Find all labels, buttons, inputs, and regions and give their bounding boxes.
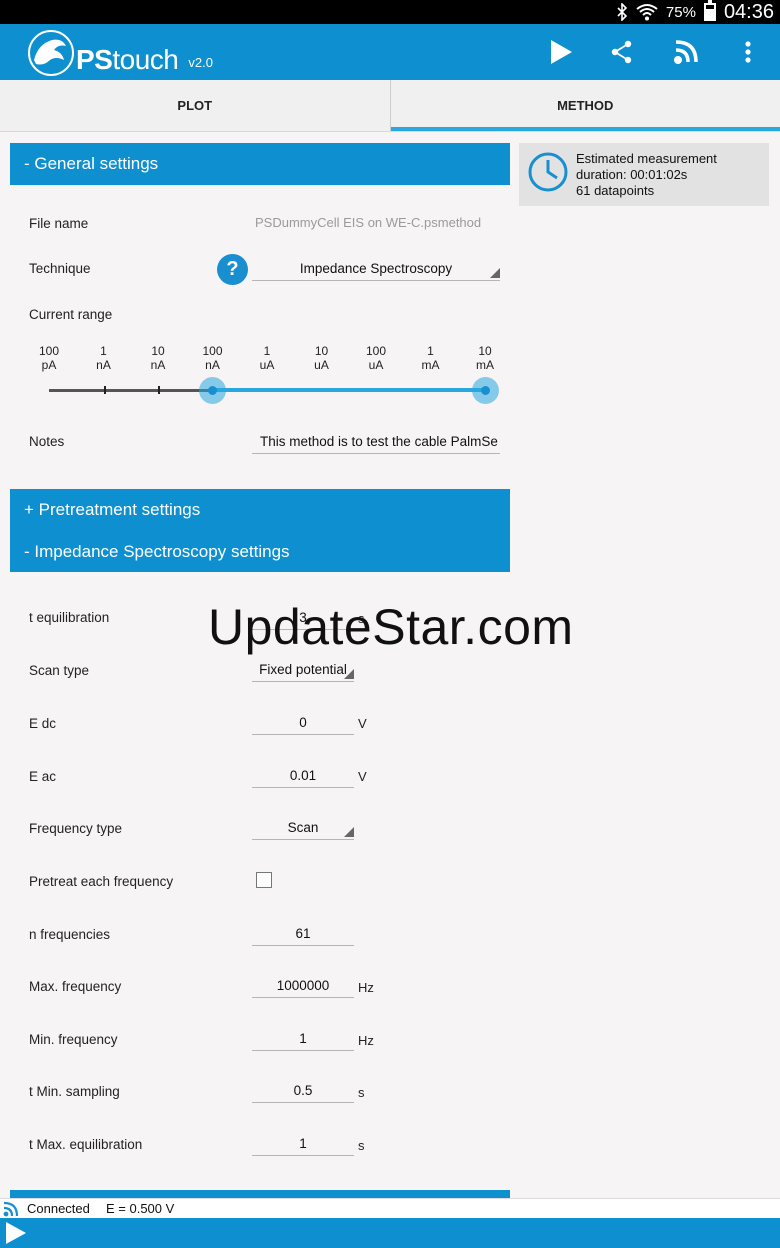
file-name-value[interactable]: PSDummyCell EIS on WE-C.psmethod xyxy=(255,213,495,235)
e-ac-label: E ac xyxy=(29,769,57,784)
min-frequency-label: Min. frequency xyxy=(29,1032,118,1047)
battery-percent: 75% xyxy=(665,3,696,21)
bluetooth-icon xyxy=(617,3,628,21)
t-min-sampling-input[interactable]: 0.5 xyxy=(252,1081,354,1103)
watermark: UpdateStar.com xyxy=(208,599,574,655)
bottom-action-bar xyxy=(0,1218,780,1248)
start-measurement-button[interactable] xyxy=(4,1221,28,1248)
notes-input[interactable]: This method is to test the cable PalmSe xyxy=(252,432,500,454)
frequency-type-select[interactable]: Scan xyxy=(252,818,354,840)
general-settings-title: - General settings xyxy=(24,154,159,173)
dropdown-arrow-icon xyxy=(344,669,354,679)
e-ac-input[interactable]: 0.01 xyxy=(252,766,354,788)
current-range-tick-label: 1 nA xyxy=(96,344,111,372)
current-range-tick-label: 100 uA xyxy=(365,344,387,372)
share-icon xyxy=(611,40,632,64)
play-icon xyxy=(6,1222,26,1244)
potential-readout: E = 0.500 V xyxy=(106,1201,175,1216)
notes-label: Notes xyxy=(29,434,65,449)
tab-method[interactable]: METHOD xyxy=(390,80,780,131)
status-bar: 75% 04:36 xyxy=(0,0,780,24)
estimate-datapoints: 61 datapoints xyxy=(576,183,655,198)
current-range-track-active xyxy=(212,388,485,392)
pretreat-each-frequency-checkbox[interactable] xyxy=(256,872,272,888)
eis-settings-header[interactable]: - Impedance Spectroscopy settings xyxy=(10,531,510,573)
current-range-tick-label: 10 mA xyxy=(476,344,494,372)
app-logo: PStouch v2.0 xyxy=(28,30,213,76)
current-range-tick-label: 10 uA xyxy=(314,344,329,372)
t-min-sampling-label: t Min. sampling xyxy=(29,1084,120,1099)
pretreatment-settings-header[interactable]: + Pretreatment settings xyxy=(10,489,510,531)
range-tick-mark xyxy=(158,386,160,394)
current-range-tick-label: 100 pA xyxy=(38,344,60,372)
app-version: v2.0 xyxy=(188,55,213,70)
technique-select[interactable]: Impedance Spectroscopy xyxy=(252,259,500,281)
estimate-duration: duration: 00:01:02s xyxy=(576,167,688,182)
current-range-tick-label: 10 nA xyxy=(150,344,166,372)
app-bar: PStouch v2.0 xyxy=(0,24,780,80)
current-range-tick-label: 100 nA xyxy=(202,344,223,372)
clock: 04:36 xyxy=(723,0,774,23)
dropdown-arrow-icon xyxy=(344,827,354,837)
current-range-track-inactive xyxy=(49,389,212,392)
connection-status-bar: Connected E = 0.500 V xyxy=(0,1198,780,1218)
e-dc-input[interactable]: 0 xyxy=(252,713,354,735)
e-dc-unit: V xyxy=(358,716,367,731)
scan-type-value: Fixed potential xyxy=(259,662,347,677)
palmsens-logo-icon xyxy=(28,30,74,76)
frequency-type-label: Frequency type xyxy=(29,821,123,836)
connect-button[interactable] xyxy=(668,34,704,70)
e-dc-label: E dc xyxy=(29,716,57,731)
technique-value: Impedance Spectroscopy xyxy=(299,261,453,276)
min-frequency-unit: Hz xyxy=(358,1033,374,1048)
collapsible-headers: + Pretreatment settings - Impedance Spec… xyxy=(10,489,510,572)
n-frequencies-label: n frequencies xyxy=(29,927,111,942)
estimate-line-1: Estimated measurement xyxy=(576,151,717,166)
play-icon xyxy=(551,40,572,64)
t-max-equilibration-unit: s xyxy=(358,1138,365,1153)
connection-status: Connected xyxy=(27,1201,90,1216)
current-range-max-handle[interactable] xyxy=(472,377,499,404)
clock-icon xyxy=(528,152,568,192)
dropdown-arrow-icon xyxy=(490,268,500,278)
technique-label: Technique xyxy=(29,261,91,276)
wifi-icon xyxy=(636,4,658,21)
app-name: PStouch xyxy=(76,44,179,75)
overflow-menu-button[interactable] xyxy=(730,34,766,70)
pretreat-each-frequency-label: Pretreat each frequency xyxy=(29,874,174,889)
max-frequency-unit: Hz xyxy=(358,980,374,995)
n-frequencies-input[interactable]: 61 xyxy=(252,924,354,946)
battery-icon xyxy=(703,0,716,21)
t-max-equilibration-label: t Max. equilibration xyxy=(29,1137,143,1152)
overflow-menu-icon xyxy=(745,41,751,63)
e-ac-unit: V xyxy=(358,769,367,784)
share-button[interactable] xyxy=(604,34,640,70)
current-range-min-handle[interactable] xyxy=(199,377,226,404)
frequency-type-value: Scan xyxy=(287,820,319,835)
run-button[interactable] xyxy=(543,34,579,70)
max-frequency-label: Max. frequency xyxy=(29,979,122,994)
estimate-panel: Estimated measurement duration: 00:01:02… xyxy=(519,143,769,206)
t-min-sampling-unit: s xyxy=(358,1085,365,1100)
current-range-tick-label: 1 mA xyxy=(421,344,440,372)
t-equilibration-label: t equilibration xyxy=(29,610,110,625)
connection-icon xyxy=(3,1201,19,1217)
range-tick-mark xyxy=(104,386,106,394)
max-frequency-input[interactable]: 1000000 xyxy=(252,976,354,998)
scan-type-label: Scan type xyxy=(29,663,90,678)
current-range-label: Current range xyxy=(29,307,113,322)
t-max-equilibration-input[interactable]: 1 xyxy=(252,1134,354,1156)
current-range-tick-label: 1 uA xyxy=(259,344,275,372)
general-settings-header[interactable]: - General settings xyxy=(10,143,510,185)
help-icon[interactable]: ? xyxy=(217,254,248,285)
tab-plot[interactable]: PLOT xyxy=(0,80,391,131)
file-name-label: File name xyxy=(29,216,89,231)
next-section-header[interactable] xyxy=(10,1190,510,1198)
tab-bar: PLOT METHOD xyxy=(0,80,780,132)
min-frequency-input[interactable]: 1 xyxy=(252,1029,354,1051)
connect-icon xyxy=(674,40,698,64)
scan-type-select[interactable]: Fixed potential xyxy=(252,660,354,682)
